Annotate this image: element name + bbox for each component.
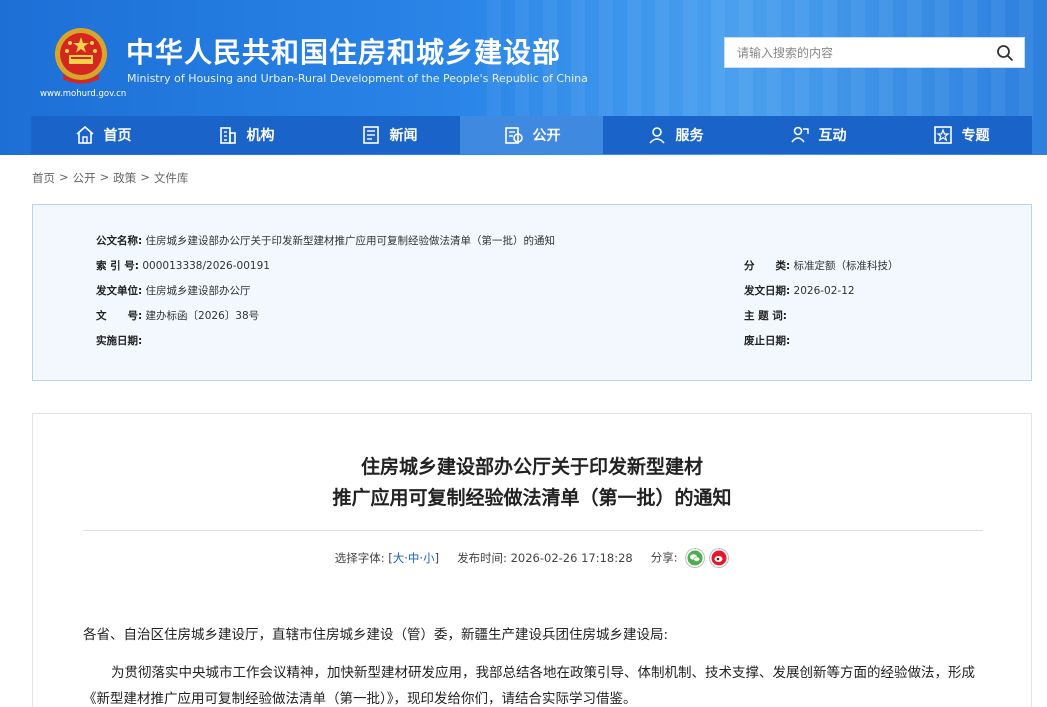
title-divider bbox=[83, 530, 983, 531]
info-date-value: 2026-02-12 bbox=[793, 285, 855, 297]
info-category-label: 分 类: bbox=[744, 260, 791, 272]
nav-item-label: 机构 bbox=[246, 128, 275, 144]
article-card: 住房城乡建设部办公厅关于印发新型建材 推广应用可复制经验做法清单（第一批）的通知… bbox=[32, 413, 1032, 707]
nav-item-label: 互动 bbox=[818, 128, 847, 144]
nav-item-label: 专题 bbox=[961, 128, 990, 144]
disclosure-icon bbox=[504, 127, 523, 144]
share-area: 分享: bbox=[651, 548, 730, 568]
font-size-selector: 选择字体: [大·中·小] bbox=[334, 551, 440, 565]
search-input[interactable] bbox=[725, 38, 985, 67]
font-size-large-link[interactable]: 大 bbox=[393, 551, 405, 565]
info-date-row: 发文日期: 2026-02-12 bbox=[744, 283, 855, 298]
publish-label: 发布时间: bbox=[457, 551, 507, 565]
info-docno-row: 文 号: 建办标函〔2026〕38号 bbox=[96, 308, 259, 323]
nav-item-label: 新闻 bbox=[389, 128, 418, 144]
info-subject-row: 主 题 词: bbox=[744, 308, 787, 323]
nav-item-label: 首页 bbox=[103, 128, 132, 144]
breadcrumb-policy[interactable]: 政策 bbox=[113, 170, 136, 186]
info-effective-label: 实施日期: bbox=[96, 335, 143, 347]
info-title-label: 公文名称: bbox=[96, 235, 143, 247]
info-title-value: 住房城乡建设部办公厅关于印发新型建材推广应用可复制经验做法清单（第一批）的通知 bbox=[145, 235, 556, 247]
nav-item-news[interactable]: 新闻 bbox=[317, 116, 460, 154]
info-issuer-row: 发文单位: 住房城乡建设部办公厅 bbox=[96, 283, 251, 298]
breadcrumb-separator: > bbox=[140, 170, 150, 184]
nav-item-organization[interactable]: 机构 bbox=[174, 116, 317, 154]
info-docno-value: 建办标函〔2026〕38号 bbox=[145, 310, 260, 322]
main-nav: 首页 机构 新闻 公开 服务 互动 专题 bbox=[31, 116, 1032, 154]
info-docno-label: 文 号: bbox=[96, 310, 143, 322]
info-subject-label: 主 题 词: bbox=[744, 310, 788, 322]
breadcrumb-disclosure[interactable]: 公开 bbox=[73, 170, 96, 186]
info-effective-row: 实施日期: bbox=[96, 333, 142, 348]
nav-item-disclosure[interactable]: 公开 bbox=[460, 116, 603, 154]
site-title-chinese: 中华人民共和国住房和城乡建设部 bbox=[126, 36, 562, 69]
weibo-icon[interactable] bbox=[709, 548, 730, 568]
info-category-row: 分 类: 标准定额（标准科技） bbox=[744, 258, 899, 273]
nav-item-topic[interactable]: 专题 bbox=[889, 116, 1032, 154]
info-issuer-label: 发文单位: bbox=[96, 285, 143, 297]
article-meta: 选择字体: [大·中·小] 发布时间: 2026-02-26 17:18:28 … bbox=[33, 548, 1031, 568]
nav-item-label: 公开 bbox=[532, 128, 561, 144]
article-body-line2: 《新型建材推广应用可复制经验做法清单（第一批）》，现印发给你们，请结合实际学习借… bbox=[83, 691, 637, 707]
article-salutation: 各省、自治区住房城乡建设厅，直辖市住房城乡建设（管）委，新疆生产建设兵团住房城乡… bbox=[83, 627, 669, 643]
info-category-value: 标准定额（标准科技） bbox=[793, 260, 899, 272]
wechat-icon[interactable] bbox=[685, 548, 706, 568]
nav-item-interaction[interactable]: 互动 bbox=[746, 116, 889, 154]
info-expiry-label: 废止日期: bbox=[744, 335, 791, 347]
info-expiry-row: 废止日期: bbox=[744, 333, 790, 348]
topic-icon bbox=[933, 126, 952, 144]
info-issuer-value: 住房城乡建设部办公厅 bbox=[145, 285, 251, 297]
info-title-row: 公文名称: 住房城乡建设部办公厅关于印发新型建材推广应用可复制经验做法清单（第一… bbox=[96, 233, 555, 248]
breadcrumb-separator: > bbox=[59, 170, 69, 184]
site-title-english: Ministry of Housing and Urban-Rural Deve… bbox=[127, 72, 588, 85]
service-icon bbox=[648, 127, 665, 144]
breadcrumb-home[interactable]: 首页 bbox=[32, 170, 55, 186]
article-title-line1: 住房城乡建设部办公厅关于印发新型建材 bbox=[360, 456, 703, 478]
document-info-panel: 公文名称: 住房城乡建设部办公厅关于印发新型建材推广应用可复制经验做法清单（第一… bbox=[32, 204, 1032, 381]
search-icon[interactable] bbox=[996, 44, 1014, 62]
breadcrumb-library[interactable]: 文件库 bbox=[154, 170, 189, 186]
nav-item-service[interactable]: 服务 bbox=[603, 116, 746, 154]
site-url: www.mohurd.gov.cn bbox=[40, 89, 127, 99]
article-title-line2: 推广应用可复制经验做法清单（第一批）的通知 bbox=[332, 487, 732, 509]
building-icon bbox=[219, 127, 236, 144]
share-label: 分享: bbox=[650, 550, 678, 565]
breadcrumb: 首页 > 公开 > 政策 > 文件库 bbox=[32, 170, 188, 186]
article-body-line1: 为贯彻落实中央城市工作会议精神，加快新型建材研发应用，我部总结各地在政策引导、体… bbox=[111, 665, 975, 681]
info-index-row: 索 引 号: 000013338/2026-00191 bbox=[96, 258, 270, 273]
font-size-small-link[interactable]: 小 bbox=[423, 551, 435, 565]
publish-time: 2026-02-26 17:18:28 bbox=[510, 551, 633, 565]
home-icon bbox=[75, 125, 94, 144]
font-size-medium-link[interactable]: 中 bbox=[408, 551, 420, 565]
interaction-icon bbox=[790, 126, 809, 143]
info-index-label: 索 引 号: bbox=[96, 260, 140, 272]
publish-info: 发布时间: 2026-02-26 17:18:28 bbox=[457, 550, 633, 566]
breadcrumb-separator: > bbox=[99, 170, 110, 184]
national-emblem-icon bbox=[55, 28, 107, 84]
search-box bbox=[724, 37, 1025, 68]
font-select-label: 选择字体: bbox=[334, 551, 385, 565]
nav-item-home[interactable]: 首页 bbox=[31, 116, 174, 154]
info-index-value: 000013338/2026-00191 bbox=[142, 260, 270, 272]
nav-item-label: 服务 bbox=[675, 128, 704, 144]
news-icon bbox=[362, 126, 379, 144]
info-date-label: 发文日期: bbox=[744, 285, 791, 297]
